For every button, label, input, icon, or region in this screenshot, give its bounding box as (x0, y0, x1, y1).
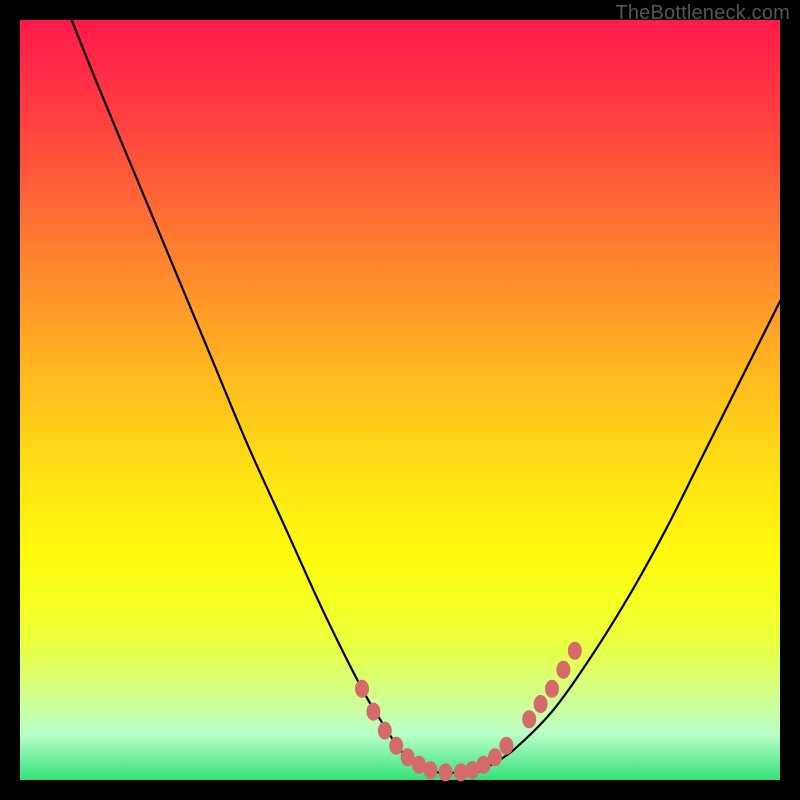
marker-dot (355, 680, 369, 698)
marker-dot (439, 763, 453, 781)
marker-dot (389, 737, 403, 755)
marker-dot (378, 722, 392, 740)
chart-frame: TheBottleneck.com (0, 0, 800, 800)
marker-dot (488, 748, 502, 766)
marker-dot (545, 680, 559, 698)
chart-svg (20, 20, 780, 780)
marker-dot (366, 703, 380, 721)
bottleneck-curve (66, 5, 780, 773)
marker-dot (423, 761, 437, 779)
marker-dot (499, 737, 513, 755)
marker-dot (522, 710, 536, 728)
marker-dot (568, 642, 582, 660)
curve-markers (355, 642, 582, 782)
marker-dot (534, 695, 548, 713)
chart-plot-area (20, 20, 780, 780)
marker-dot (556, 661, 570, 679)
watermark-text: TheBottleneck.com (615, 2, 790, 25)
